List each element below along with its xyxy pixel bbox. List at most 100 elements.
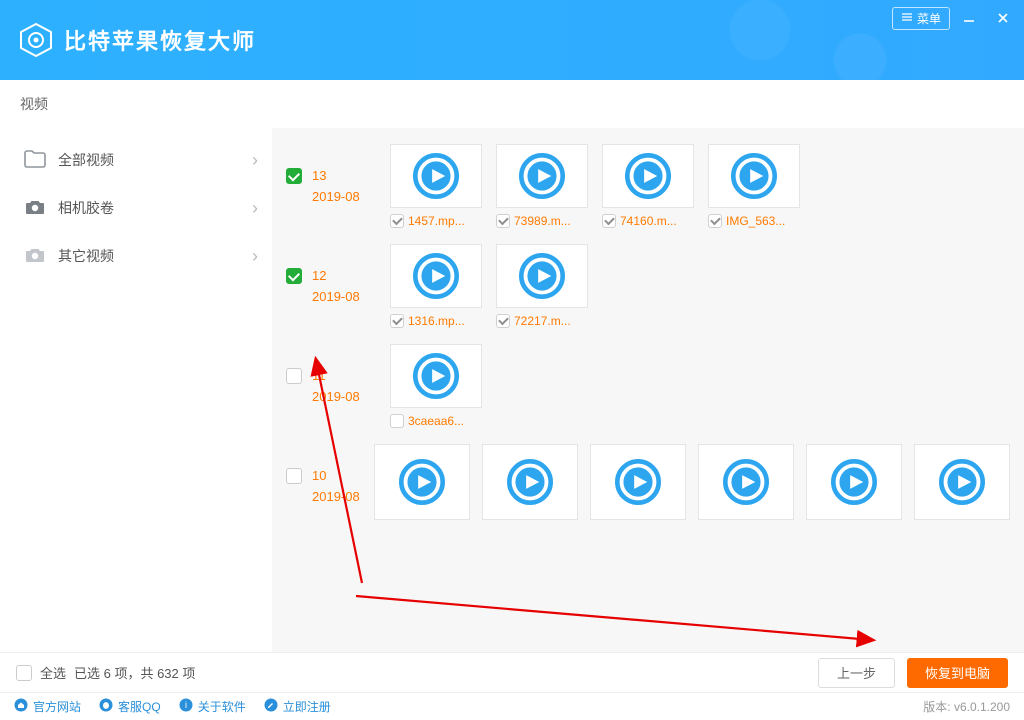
camera-icon <box>24 246 46 267</box>
pen-icon <box>264 698 278 715</box>
svg-text:i: i <box>185 700 187 710</box>
app-title: 比特苹果恢复大师 <box>64 24 256 56</box>
sidebar: 全部视频 › 相机胶卷 › 其它视频 › <box>0 128 272 652</box>
file-name: 72217.m... <box>514 314 571 328</box>
file-name: 1316.mp... <box>408 314 465 328</box>
play-icon <box>939 459 985 505</box>
play-icon <box>519 153 565 199</box>
file-checkbox[interactable] <box>602 214 616 228</box>
group-checkbox[interactable] <box>286 468 302 484</box>
sidebar-item-label: 全部视频 <box>58 150 114 170</box>
video-thumb[interactable] <box>914 444 1010 520</box>
qq-icon <box>99 698 113 715</box>
play-icon <box>615 459 661 505</box>
group-month: 2019-08 <box>312 289 360 304</box>
file-checkbox[interactable] <box>496 214 510 228</box>
file-name: 73989.m... <box>514 214 571 228</box>
sidebar-item-camera-roll[interactable]: 相机胶卷 › <box>0 184 272 232</box>
play-icon <box>413 253 459 299</box>
play-icon <box>625 153 671 199</box>
file-name: 74160.m... <box>620 214 677 228</box>
app-logo-icon <box>18 22 54 58</box>
play-icon <box>413 353 459 399</box>
file-checkbox[interactable] <box>390 214 404 228</box>
video-thumb[interactable] <box>590 444 686 520</box>
file-name: 3caeaa6... <box>408 414 464 428</box>
prev-step-button[interactable]: 上一步 <box>818 658 895 688</box>
select-all-checkbox[interactable] <box>16 665 32 681</box>
file-name: 1457.mp... <box>408 214 465 228</box>
play-icon <box>507 459 553 505</box>
link-label: 官方网站 <box>33 698 81 715</box>
group-day: 13 <box>312 168 360 183</box>
titlebar: 比特苹果恢复大师 菜单 <box>0 0 1024 80</box>
chevron-right-icon: › <box>252 246 258 267</box>
video-thumb[interactable]: 72217.m... <box>496 244 588 328</box>
group-day: 10 <box>312 468 360 483</box>
info-icon: i <box>179 698 193 715</box>
camera-icon <box>24 198 46 219</box>
menu-icon <box>901 11 913 26</box>
link-qq[interactable]: 客服QQ <box>99 698 161 715</box>
minimize-button[interactable] <box>954 6 984 30</box>
group-day: 12 <box>312 268 360 283</box>
menu-button[interactable]: 菜单 <box>892 7 950 30</box>
video-thumb[interactable]: 3caeaa6... <box>390 344 482 428</box>
date-group: 12 2019-08 1316.mp... 72217.m. <box>272 236 1024 336</box>
video-thumb[interactable] <box>806 444 902 520</box>
menu-label: 菜单 <box>917 10 941 27</box>
group-day: 11 <box>312 368 360 383</box>
breadcrumb-label[interactable]: 视频 <box>20 94 48 114</box>
results-panel: 13 2019-08 1457.mp... 73989.m. <box>272 128 1024 652</box>
video-thumb[interactable]: 1316.mp... <box>390 244 482 328</box>
video-thumb[interactable] <box>374 444 470 520</box>
sidebar-item-other-videos[interactable]: 其它视频 › <box>0 232 272 280</box>
version-label: 版本: v6.0.1.200 <box>923 698 1010 715</box>
play-icon <box>723 459 769 505</box>
sidebar-item-all-videos[interactable]: 全部视频 › <box>0 136 272 184</box>
file-name: IMG_563... <box>726 214 785 228</box>
file-checkbox[interactable] <box>496 314 510 328</box>
group-month: 2019-08 <box>312 389 360 404</box>
video-thumb[interactable] <box>482 444 578 520</box>
file-checkbox[interactable] <box>390 414 404 428</box>
link-label: 立即注册 <box>283 698 331 715</box>
link-official-site[interactable]: 官方网站 <box>14 698 81 715</box>
group-checkbox[interactable] <box>286 268 302 284</box>
file-checkbox[interactable] <box>390 314 404 328</box>
group-month: 2019-08 <box>312 489 360 504</box>
select-all-label: 全选 <box>40 663 66 682</box>
date-group: 10 2019-08 <box>272 436 1024 528</box>
group-checkbox[interactable] <box>286 368 302 384</box>
home-icon <box>14 698 28 715</box>
selection-bar: 全选 已选 6 项，共 632 项 上一步 恢复到电脑 <box>0 652 1024 692</box>
folder-icon <box>24 150 46 171</box>
status-bar: 官方网站 客服QQ i 关于软件 立即注册 版本: v6.0.1.200 <box>0 692 1024 720</box>
selection-summary: 已选 6 项，共 632 项 <box>74 663 195 682</box>
play-icon <box>519 253 565 299</box>
video-thumb[interactable]: 1457.mp... <box>390 144 482 228</box>
group-month: 2019-08 <box>312 189 360 204</box>
recover-button[interactable]: 恢复到电脑 <box>907 658 1008 688</box>
video-thumb[interactable]: 73989.m... <box>496 144 588 228</box>
video-thumb[interactable]: 74160.m... <box>602 144 694 228</box>
play-icon <box>413 153 459 199</box>
close-button[interactable] <box>988 6 1018 30</box>
video-thumb[interactable] <box>698 444 794 520</box>
date-group: 11 2019-08 3caeaa6... <box>272 336 1024 436</box>
sidebar-item-label: 相机胶卷 <box>58 198 114 218</box>
link-label: 客服QQ <box>118 698 161 715</box>
chevron-right-icon: › <box>252 198 258 219</box>
video-thumb[interactable]: IMG_563... <box>708 144 800 228</box>
sidebar-item-label: 其它视频 <box>58 246 114 266</box>
breadcrumb: 视频 <box>0 80 1024 128</box>
play-icon <box>831 459 877 505</box>
link-register[interactable]: 立即注册 <box>264 698 331 715</box>
link-label: 关于软件 <box>198 698 246 715</box>
play-icon <box>399 459 445 505</box>
chevron-right-icon: › <box>252 150 258 171</box>
date-group: 13 2019-08 1457.mp... 73989.m. <box>272 136 1024 236</box>
file-checkbox[interactable] <box>708 214 722 228</box>
group-checkbox[interactable] <box>286 168 302 184</box>
link-about[interactable]: i 关于软件 <box>179 698 246 715</box>
